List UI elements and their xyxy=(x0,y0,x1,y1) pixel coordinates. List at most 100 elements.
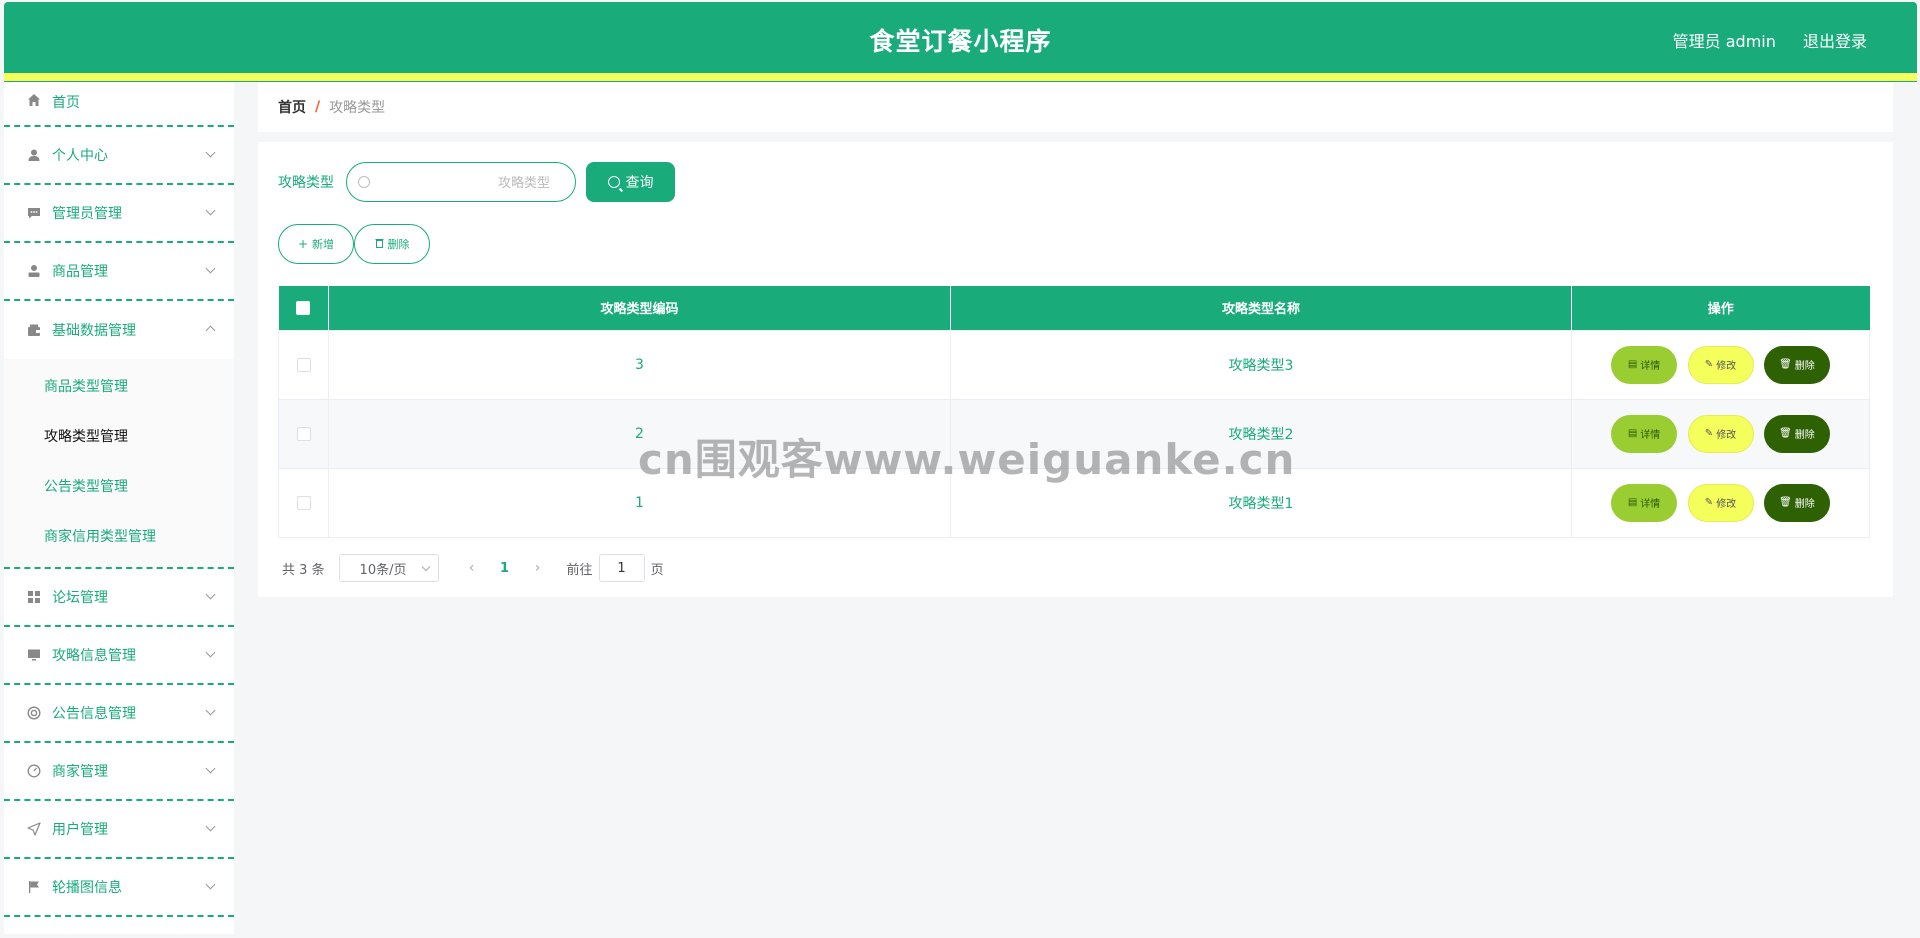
add-button-label: 新增 xyxy=(312,238,335,251)
chevron-down-icon xyxy=(421,562,430,572)
chevron-down-icon xyxy=(205,821,216,832)
table-row: 3 攻略类型3 ▤ 详情 ✎ 修改 🗑 删除 xyxy=(278,329,1870,400)
search-icon xyxy=(607,176,620,188)
goto-prefix: 前往 xyxy=(566,562,593,578)
delete-button[interactable]: 🗑 删除 xyxy=(1763,483,1830,522)
breadcrumb: 首页 / 攻略类型 xyxy=(258,82,1893,132)
chevron-down-icon xyxy=(205,589,216,600)
column-header-name: 攻略类型名称 xyxy=(950,286,1572,330)
breadcrumb-home[interactable]: 首页 xyxy=(278,97,306,117)
sidebar-item-user-management[interactable]: 用户管理 xyxy=(4,801,234,859)
plus-icon: + xyxy=(297,237,309,251)
sidebar-item-label: 首页 xyxy=(52,95,80,111)
data-table: 攻略类型编码 攻略类型名称 操作 3 攻略类型3 ▤ 详情 ✎ 修改 🗑 删除 2 攻… xyxy=(278,286,1870,538)
sidebar-item-label: 公告信息管理 xyxy=(52,706,136,722)
row-checkbox[interactable] xyxy=(296,495,311,510)
page-size-select[interactable]: 10条/页 xyxy=(338,554,439,582)
row-select-cell xyxy=(278,398,329,469)
delete-button-label: 删除 xyxy=(1794,361,1815,372)
sidebar-subitem-guide-type[interactable]: 攻略类型管理 xyxy=(4,411,234,461)
row-name: 攻略类型1 xyxy=(950,467,1572,538)
sidebar-item-basic-data-management[interactable]: 基础数据管理 xyxy=(4,301,234,359)
chevron-down-icon xyxy=(205,263,216,274)
sidebar-item-notice-info-management[interactable]: 公告信息管理 xyxy=(4,685,234,743)
main-panel: 攻略类型 查询 + 新增 删除 攻略类型编码 攻略类型名称 操作 xyxy=(258,142,1893,597)
pencil-icon: ✎ xyxy=(1704,497,1714,508)
sidebar-item-label: 论坛管理 xyxy=(52,590,108,606)
search-icon xyxy=(358,176,370,188)
delete-button-label: 删除 xyxy=(1794,499,1815,510)
chevron-down-icon xyxy=(205,879,216,890)
edit-button[interactable]: ✎ 修改 xyxy=(1687,414,1754,453)
detail-button[interactable]: ▤ 详情 xyxy=(1611,483,1678,522)
search-input[interactable] xyxy=(377,171,550,195)
goto-suffix: 页 xyxy=(650,562,664,578)
chevron-down-icon xyxy=(205,647,216,658)
detail-button-label: 详情 xyxy=(1640,430,1661,441)
document-icon: ▤ xyxy=(1627,428,1638,439)
breadcrumb-separator: / xyxy=(315,99,321,115)
send-icon xyxy=(26,821,42,837)
edit-button[interactable]: ✎ 修改 xyxy=(1687,345,1754,384)
sidebar-submenu-basic-data: 商品类型管理 攻略类型管理 公告类型管理 商家信用类型管理 xyxy=(4,359,234,569)
sidebar-item-home[interactable]: 首页 xyxy=(4,82,234,127)
sidebar-item-guide-info-management[interactable]: 攻略信息管理 xyxy=(4,627,234,685)
row-checkbox[interactable] xyxy=(296,357,311,372)
row-actions: ▤ 详情 ✎ 修改 🗑 删除 xyxy=(1571,398,1870,469)
flag-icon xyxy=(26,879,42,895)
sidebar-subitem-notice-type[interactable]: 公告类型管理 xyxy=(4,461,234,511)
sidebar-item-carousel-info[interactable]: 轮播图信息 xyxy=(4,859,234,917)
sidebar: 首页 个人中心 管理员管理 商品管理 基础数据管理 商品类型管理 攻略类型管理 … xyxy=(4,82,234,934)
add-button[interactable]: + 新增 xyxy=(278,224,354,264)
breadcrumb-current: 攻略类型 xyxy=(329,100,386,116)
trash-icon: 🗑 xyxy=(1779,497,1792,508)
query-button[interactable]: 查询 xyxy=(586,162,675,202)
column-header-code: 攻略类型编码 xyxy=(328,286,951,330)
lifebuoy-icon xyxy=(26,705,42,721)
sidebar-item-label: 用户管理 xyxy=(52,822,108,838)
detail-button[interactable]: ▤ 详情 xyxy=(1611,414,1678,453)
chevron-down-icon xyxy=(205,763,216,774)
pagination: 共 3 条 10条/页 ‹ 1 › 前往 页 xyxy=(282,554,664,582)
edit-button-label: 修改 xyxy=(1716,361,1737,372)
select-all-checkbox[interactable] xyxy=(296,300,311,315)
page-number-current[interactable]: 1 xyxy=(487,561,523,576)
goto-page-input[interactable] xyxy=(598,554,645,582)
action-row: + 新增 删除 xyxy=(278,224,430,264)
sidebar-item-personal-center[interactable]: 个人中心 xyxy=(4,127,234,185)
grid-icon xyxy=(26,589,42,605)
row-code: 3 xyxy=(328,329,951,400)
pagination-total: 共 3 条 xyxy=(282,562,325,578)
batch-delete-button[interactable]: 删除 xyxy=(354,224,430,264)
sidebar-item-merchant-management[interactable]: 商家管理 xyxy=(4,743,234,801)
pencil-icon: ✎ xyxy=(1704,428,1714,439)
delete-button[interactable]: 🗑 删除 xyxy=(1763,345,1830,384)
prev-page-button[interactable]: ‹ xyxy=(457,560,487,576)
sidebar-subitem-merchant-credit-type[interactable]: 商家信用类型管理 xyxy=(4,511,234,561)
trash-icon: 🗑 xyxy=(1779,359,1792,370)
search-row: 攻略类型 查询 xyxy=(278,162,675,202)
detail-button[interactable]: ▤ 详情 xyxy=(1611,345,1678,384)
edit-button[interactable]: ✎ 修改 xyxy=(1687,483,1754,522)
home-icon xyxy=(26,92,42,108)
chevron-down-icon xyxy=(205,205,216,216)
header-accent-strip xyxy=(4,73,1917,81)
admin-user-label[interactable]: 管理员 admin xyxy=(1673,32,1776,51)
select-all-cell xyxy=(278,286,329,330)
search-field[interactable] xyxy=(346,162,576,202)
row-name: 攻略类型3 xyxy=(950,329,1572,400)
logout-link[interactable]: 退出登录 xyxy=(1803,32,1867,51)
row-checkbox[interactable] xyxy=(296,426,311,441)
next-page-button[interactable]: › xyxy=(523,560,553,576)
chat-icon xyxy=(26,205,42,221)
document-icon: ▤ xyxy=(1627,359,1638,370)
row-select-cell xyxy=(278,467,329,538)
sidebar-item-product-management[interactable]: 商品管理 xyxy=(4,243,234,301)
delete-button[interactable]: 🗑 删除 xyxy=(1763,414,1830,453)
search-label: 攻略类型 xyxy=(278,175,334,191)
sidebar-item-label: 攻略信息管理 xyxy=(52,648,136,664)
sidebar-item-forum-management[interactable]: 论坛管理 xyxy=(4,569,234,627)
monitor-icon xyxy=(26,647,42,663)
sidebar-item-admin-management[interactable]: 管理员管理 xyxy=(4,185,234,243)
sidebar-subitem-product-type[interactable]: 商品类型管理 xyxy=(4,361,234,411)
